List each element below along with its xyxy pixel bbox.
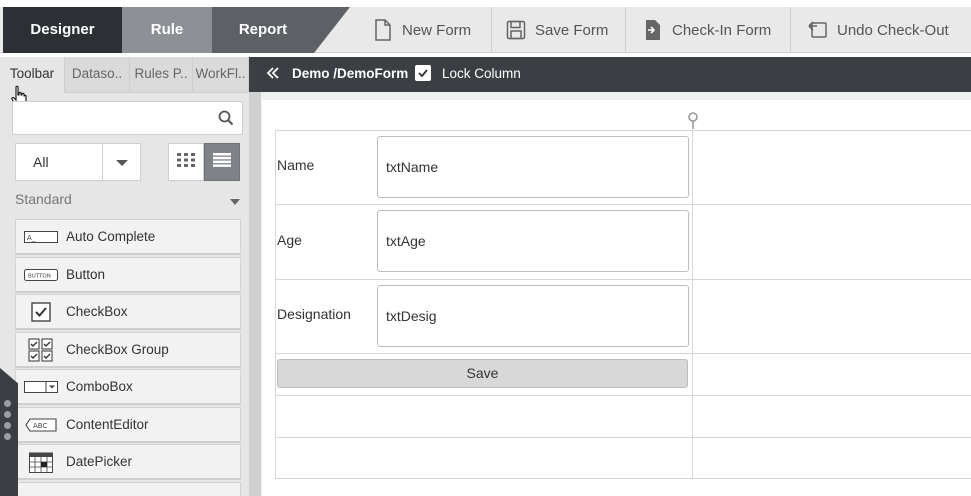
button-icon: BUTTON	[16, 257, 66, 293]
designation-label: Designation	[277, 306, 351, 322]
list-icon	[213, 152, 231, 172]
toolbox-panel: Toolbar Dataso.. Rules P.. WorkFl.. All	[0, 57, 249, 496]
top-line	[0, 0, 971, 7]
name-textbox[interactable]: txtName	[377, 136, 689, 198]
checkbox-group-icon	[16, 332, 66, 368]
name-label: Name	[277, 157, 315, 173]
content-editor-icon: ABC	[16, 407, 66, 443]
grid-line	[275, 130, 971, 131]
tab-workflow[interactable]: WorkFl..	[193, 57, 249, 93]
svg-text:A_: A_	[27, 234, 36, 242]
control-button[interactable]: BUTTON Button	[15, 257, 241, 293]
section-collapse-icon[interactable]	[230, 199, 240, 205]
pin-icon[interactable]	[687, 112, 699, 130]
save-form-label: Save Form	[535, 21, 609, 39]
tab-report[interactable]: Report	[212, 7, 314, 53]
select-divider	[102, 144, 103, 180]
new-form-button[interactable]: New Form	[350, 7, 491, 53]
control-datepicker[interactable]: DatePicker	[15, 444, 241, 480]
search-icon[interactable]	[218, 110, 234, 126]
floppy-disk-icon	[505, 19, 527, 41]
double-chevron-left-icon[interactable]	[266, 66, 282, 82]
control-label: DatePicker	[66, 454, 133, 469]
toolbox-tabs: Toolbar Dataso.. Rules P.. WorkFl..	[0, 57, 249, 93]
undo-check-out-button[interactable]: Undo Check-Out	[790, 7, 971, 53]
tab-designer[interactable]: Designer	[3, 7, 122, 53]
breadcrumb: Demo /DemoForm	[292, 66, 409, 81]
category-filter-select[interactable]: All	[15, 143, 141, 181]
svg-text:ABC: ABC	[33, 422, 47, 430]
grid-line	[275, 204, 971, 205]
chevron-down-icon[interactable]	[116, 160, 128, 166]
checkbox-icon	[16, 294, 66, 330]
control-auto-complete[interactable]: A_ Auto Complete	[15, 219, 241, 255]
check-in-form-button[interactable]: Check-In Form	[625, 7, 790, 53]
check-in-icon	[642, 19, 664, 41]
control-label: CheckBox Group	[66, 342, 169, 357]
list-view-button[interactable]	[204, 143, 240, 181]
control-checkbox[interactable]: CheckBox	[15, 294, 241, 330]
control-label: Button	[66, 267, 106, 282]
save-form-button[interactable]: Save Form	[491, 7, 625, 53]
tab-rule[interactable]: Rule	[122, 7, 212, 53]
new-form-label: New Form	[402, 21, 472, 39]
svg-text:BUTTON: BUTTON	[28, 273, 51, 279]
grid-line	[275, 478, 971, 479]
control-label: CheckBox	[66, 304, 128, 319]
tab-toolbar[interactable]: Toolbar	[0, 57, 65, 93]
control-label: ContentEditor	[66, 417, 149, 432]
datepicker-icon	[16, 444, 66, 480]
grid-line	[275, 353, 971, 354]
grid-line	[275, 395, 971, 396]
app-root: Designer Rule Report New Form Save Form …	[0, 0, 971, 496]
grid-column-line	[275, 130, 276, 479]
grid-column-line	[692, 130, 693, 479]
control-content-editor[interactable]: ABC ContentEditor	[15, 407, 241, 443]
control-label: ComboBox	[66, 379, 133, 394]
grid-view-button[interactable]	[168, 143, 204, 181]
new-document-icon	[372, 19, 394, 41]
grid-icon	[177, 152, 195, 172]
control-partial-item[interactable]	[15, 482, 241, 496]
category-filter-value: All	[33, 154, 49, 170]
lock-column-checkbox[interactable]	[415, 65, 431, 81]
designation-textbox[interactable]: txtDesig	[377, 285, 689, 347]
combobox-icon	[16, 369, 66, 405]
grid-line	[275, 279, 971, 280]
age-textbox[interactable]: txtAge	[377, 210, 689, 272]
undo-icon	[807, 19, 829, 41]
tab-datasources[interactable]: Dataso..	[65, 57, 130, 93]
save-button[interactable]: Save	[277, 359, 688, 388]
toolbox-search-input[interactable]	[12, 101, 243, 135]
top-toolbar: Designer Rule Report New Form Save Form …	[0, 7, 971, 53]
control-label: Auto Complete	[66, 229, 156, 244]
autocomplete-icon: A_	[16, 219, 66, 255]
lock-column-label: Lock Column	[442, 66, 521, 81]
panel-splitter[interactable]	[249, 57, 261, 496]
grid-line	[275, 437, 971, 438]
tab-rules-panel[interactable]: Rules P..	[130, 57, 193, 93]
control-checkbox-group[interactable]: CheckBox Group	[15, 332, 241, 368]
form-header-bar: Demo /DemoForm Lock Column	[249, 57, 971, 92]
designation-textbox-value: txtDesig	[386, 308, 437, 324]
check-in-form-label: Check-In Form	[672, 21, 772, 39]
drag-handle-icon[interactable]	[4, 400, 12, 444]
section-standard-label: Standard	[15, 191, 72, 207]
age-textbox-value: txtAge	[386, 233, 426, 249]
tab-report-arrow	[314, 7, 350, 53]
age-label: Age	[277, 232, 302, 248]
undo-check-out-label: Undo Check-Out	[837, 21, 949, 39]
control-combobox[interactable]: ComboBox	[15, 369, 241, 405]
name-textbox-value: txtName	[386, 159, 439, 175]
